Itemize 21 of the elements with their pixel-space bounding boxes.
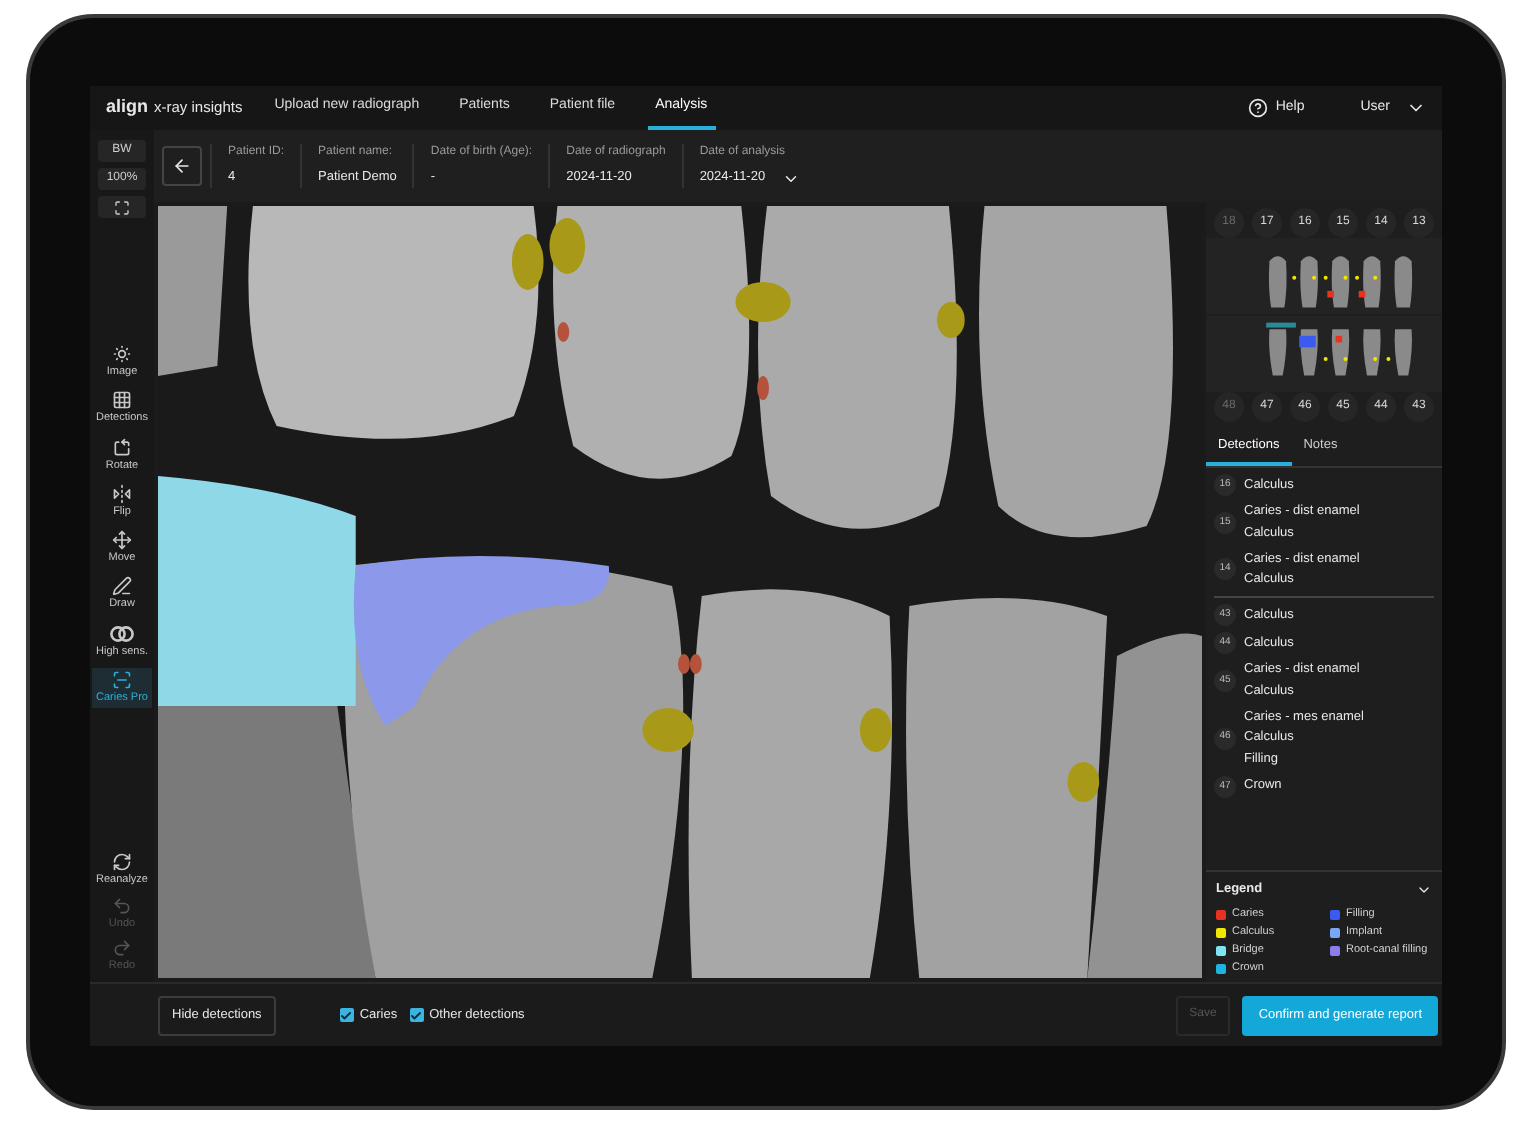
- tooth-scan-icon: [112, 669, 132, 690]
- fit-screen-icon: [114, 199, 130, 215]
- checkbox[interactable]: [339, 1008, 354, 1022]
- back-arrow-icon: [172, 156, 192, 176]
- flip-icon: [112, 483, 132, 504]
- checkbox[interactable]: [409, 1008, 424, 1022]
- check-icon: [340, 1009, 353, 1021]
- move-icon: [112, 530, 132, 550]
- refresh-icon: [112, 852, 132, 873]
- undo-icon: [112, 895, 132, 915]
- pen-icon: [112, 576, 132, 597]
- check-icon: [410, 1009, 423, 1021]
- back-button[interactable]: [162, 146, 202, 186]
- brightness-icon: [112, 344, 132, 364]
- redo-icon: [112, 937, 132, 958]
- grid-icon: [112, 390, 132, 411]
- two-circles-icon: [110, 623, 134, 643]
- rotate-icon: [112, 437, 132, 457]
- brand-logo: align: [106, 94, 149, 121]
- help-icon: [1247, 98, 1268, 118]
- fit-screen-button[interactable]: [98, 196, 146, 218]
